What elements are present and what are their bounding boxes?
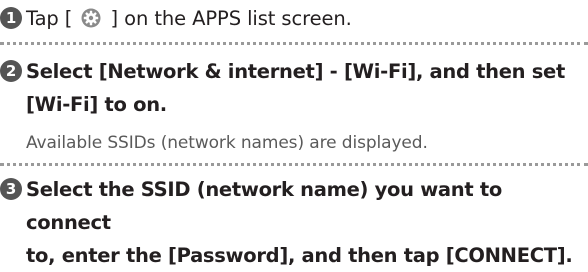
step-number-badge: 1 <box>0 7 22 29</box>
step-2: 2 Select [Network & internet] - [Wi-Fi],… <box>0 55 588 121</box>
step-3-line-2: to, enter the [Password], and then tap [… <box>0 239 588 272</box>
step-2-text-line-2: [Wi-Fi] to on. <box>26 93 167 116</box>
step-2-note: Available SSIDs (network names) are disp… <box>26 133 428 153</box>
step-1: 1 Tap [ ] on the APPS list screen. <box>0 2 588 35</box>
step-3-text-line-2: to, enter the [Password], and then tap [… <box>26 244 573 267</box>
step-number-badge: 3 <box>0 178 22 200</box>
step-3-text-line-1: Select the SSID (network name) you want … <box>26 178 502 234</box>
separator <box>0 42 588 45</box>
settings-gear-icon <box>81 5 101 28</box>
step-3-line-1: 3 Select the SSID (network name) you wan… <box>0 173 588 239</box>
step-number-badge: 2 <box>0 60 22 82</box>
step-2-text-line-1: Select [Network & internet] - [Wi-Fi], a… <box>26 60 566 83</box>
step-2-line-1: 2 Select [Network & internet] - [Wi-Fi],… <box>0 55 588 88</box>
step-1-text: 1 Tap [ ] on the APPS list screen. <box>0 2 588 35</box>
step-1-text-after-icon: ] on the APPS list screen. <box>110 7 352 30</box>
step-3: 3 Select the SSID (network name) you wan… <box>0 173 588 272</box>
step-1-text-before-icon: Tap [ <box>26 7 73 30</box>
step-2-line-2: [Wi-Fi] to on. <box>0 88 588 121</box>
separator <box>0 163 588 166</box>
